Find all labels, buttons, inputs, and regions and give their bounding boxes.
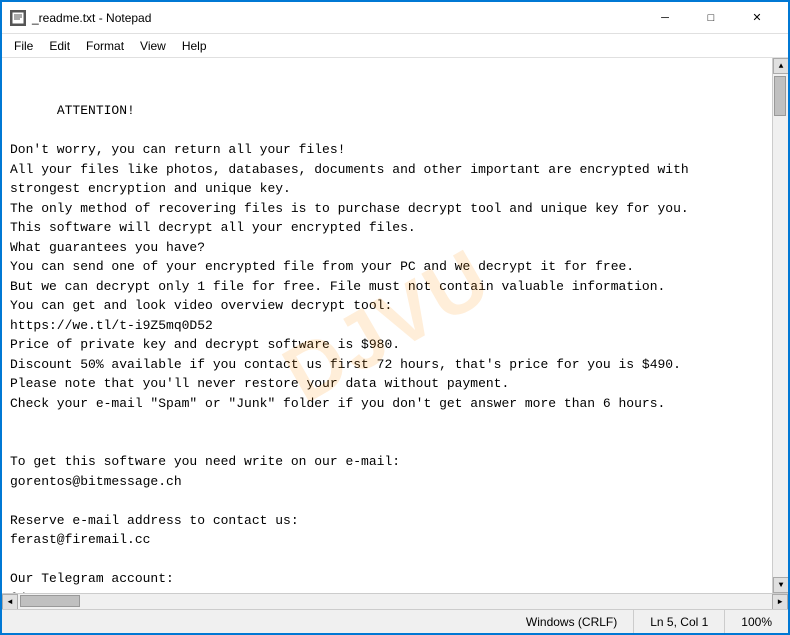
status-bar: Windows (CRLF) Ln 5, Col 1 100% [2, 609, 788, 633]
scroll-thumb-vertical[interactable] [774, 76, 786, 116]
status-encoding: Windows (CRLF) [510, 610, 634, 633]
maximize-button[interactable]: □ [688, 3, 734, 33]
minimize-button[interactable]: ─ [642, 3, 688, 33]
notepad-window: _readme.txt - Notepad ─ □ ✕ File Edit Fo… [0, 0, 790, 635]
vertical-scrollbar: ▲ ▼ [772, 58, 788, 593]
text-editor[interactable]: DJVU ATTENTION! Don't worry, you can ret… [2, 58, 772, 593]
scroll-left-button[interactable]: ◄ [2, 594, 18, 610]
app-icon [10, 10, 26, 26]
scroll-thumb-horizontal[interactable] [20, 595, 80, 607]
menu-format[interactable]: Format [78, 37, 132, 55]
menu-file[interactable]: File [6, 37, 41, 55]
horizontal-scrollbar: ◄ ► [2, 593, 788, 609]
status-zoom: 100% [725, 610, 788, 633]
status-position: Ln 5, Col 1 [634, 610, 725, 633]
document-text: ATTENTION! Don't worry, you can return a… [10, 103, 689, 593]
scroll-track-vertical[interactable] [773, 74, 788, 577]
title-bar: _readme.txt - Notepad ─ □ ✕ [2, 2, 788, 34]
scroll-track-horizontal[interactable] [18, 594, 772, 609]
scroll-down-button[interactable]: ▼ [773, 577, 788, 593]
menu-edit[interactable]: Edit [41, 37, 78, 55]
menu-view[interactable]: View [132, 37, 174, 55]
menu-bar: File Edit Format View Help [2, 34, 788, 58]
window-controls: ─ □ ✕ [642, 3, 780, 33]
close-button[interactable]: ✕ [734, 3, 780, 33]
scroll-right-button[interactable]: ► [772, 594, 788, 610]
editor-area: DJVU ATTENTION! Don't worry, you can ret… [2, 58, 788, 593]
menu-help[interactable]: Help [174, 37, 215, 55]
scroll-up-button[interactable]: ▲ [773, 58, 788, 74]
window-title: _readme.txt - Notepad [32, 11, 642, 25]
